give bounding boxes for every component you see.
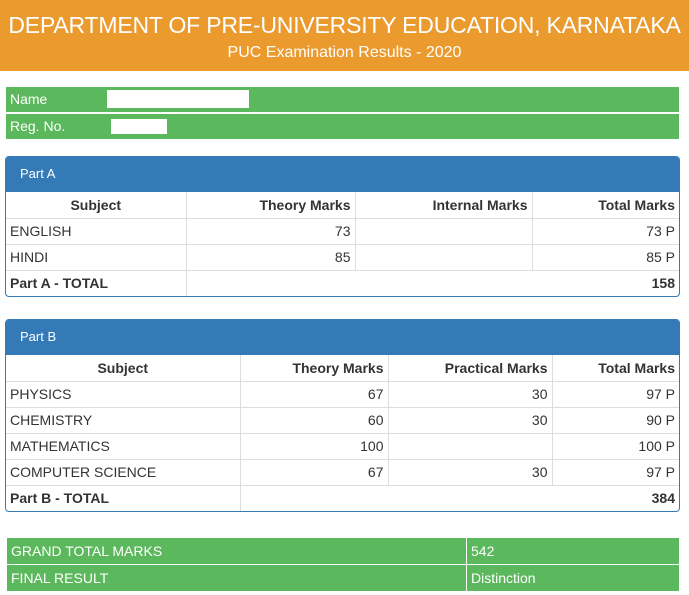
subject-cell: COMPUTER SCIENCE bbox=[6, 458, 241, 486]
internal-cell bbox=[354, 243, 533, 271]
practical-cell: 30 bbox=[387, 406, 553, 434]
practical-cell: 30 bbox=[387, 380, 553, 408]
theory-cell: 60 bbox=[239, 406, 389, 434]
table-row: PHYSICS 67 30 97 P bbox=[6, 380, 679, 408]
student-regno-row: Reg. No. bbox=[6, 114, 679, 139]
part-b-total-row: Part B - TOTAL 384 bbox=[6, 484, 679, 511]
header-banner: DEPARTMENT OF PRE-UNIVERSITY EDUCATION, … bbox=[0, 0, 689, 71]
column-header: Theory Marks bbox=[185, 192, 356, 219]
column-header: Subject bbox=[6, 355, 241, 382]
theory-cell: 67 bbox=[239, 458, 389, 486]
grand-total-row: GRAND TOTAL MARKS 542 bbox=[6, 537, 680, 565]
page-title: DEPARTMENT OF PRE-UNIVERSITY EDUCATION, … bbox=[8, 12, 681, 38]
column-header: Total Marks bbox=[551, 355, 679, 382]
regno-redaction bbox=[111, 119, 167, 134]
part-b-heading: Part B bbox=[6, 320, 679, 355]
name-label: Name bbox=[10, 91, 48, 107]
total-cell: 85 P bbox=[531, 243, 679, 271]
name-redaction bbox=[107, 90, 249, 108]
table-row: MATHEMATICS 100 100 P bbox=[6, 432, 679, 460]
practical-cell: 30 bbox=[387, 458, 553, 486]
total-value-cell: 158 bbox=[185, 269, 679, 296]
column-header: Theory Marks bbox=[239, 355, 389, 382]
grand-total-label: GRAND TOTAL MARKS bbox=[6, 537, 467, 565]
part-a-panel: Part A Subject Theory Marks Internal Mar… bbox=[5, 156, 680, 297]
table-header-row: Subject Theory Marks Internal Marks Tota… bbox=[6, 192, 679, 219]
column-header: Practical Marks bbox=[387, 355, 553, 382]
theory-cell: 67 bbox=[239, 380, 389, 408]
page-subtitle: PUC Examination Results - 2020 bbox=[227, 44, 462, 61]
table-header-row: Subject Theory Marks Practical Marks Tot… bbox=[6, 355, 679, 382]
grand-total-value: 542 bbox=[466, 537, 680, 565]
internal-cell bbox=[354, 217, 533, 245]
student-name-row: Name bbox=[6, 87, 679, 112]
column-header: Subject bbox=[6, 192, 187, 219]
part-a-heading: Part A bbox=[6, 157, 679, 192]
total-cell: 73 P bbox=[531, 217, 679, 245]
part-a-table: Subject Theory Marks Internal Marks Tota… bbox=[6, 192, 679, 296]
final-result-row: FINAL RESULT Distinction bbox=[6, 564, 680, 592]
summary-table: GRAND TOTAL MARKS 542 FINAL RESULT Disti… bbox=[6, 537, 680, 592]
part-b-panel: Part B Subject Theory Marks Practical Ma… bbox=[5, 319, 680, 512]
table-row: ENGLISH 73 73 P bbox=[6, 217, 679, 245]
theory-cell: 100 bbox=[239, 432, 389, 460]
part-b-table: Subject Theory Marks Practical Marks Tot… bbox=[6, 355, 679, 511]
subject-cell: CHEMISTRY bbox=[6, 406, 241, 434]
table-row: COMPUTER SCIENCE 67 30 97 P bbox=[6, 458, 679, 486]
total-value-cell: 384 bbox=[239, 484, 679, 511]
table-row: CHEMISTRY 60 30 90 P bbox=[6, 406, 679, 434]
subject-cell: MATHEMATICS bbox=[6, 432, 241, 460]
total-cell: 97 P bbox=[551, 458, 679, 486]
subject-cell: ENGLISH bbox=[6, 217, 187, 245]
part-a-total-row: Part A - TOTAL 158 bbox=[6, 269, 679, 296]
total-cell: 90 P bbox=[551, 406, 679, 434]
final-result-label: FINAL RESULT bbox=[6, 564, 467, 592]
total-label-cell: Part A - TOTAL bbox=[6, 269, 187, 296]
column-header: Internal Marks bbox=[354, 192, 533, 219]
total-cell: 97 P bbox=[551, 380, 679, 408]
column-header: Total Marks bbox=[531, 192, 679, 219]
practical-cell bbox=[387, 432, 553, 460]
regno-label: Reg. No. bbox=[10, 118, 66, 134]
final-result-value: Distinction bbox=[466, 564, 680, 592]
theory-cell: 73 bbox=[185, 217, 356, 245]
table-row: HINDI 85 85 P bbox=[6, 243, 679, 271]
total-cell: 100 P bbox=[551, 432, 679, 460]
theory-cell: 85 bbox=[185, 243, 356, 271]
subject-cell: PHYSICS bbox=[6, 380, 241, 408]
total-label-cell: Part B - TOTAL bbox=[6, 484, 241, 511]
subject-cell: HINDI bbox=[6, 243, 187, 271]
